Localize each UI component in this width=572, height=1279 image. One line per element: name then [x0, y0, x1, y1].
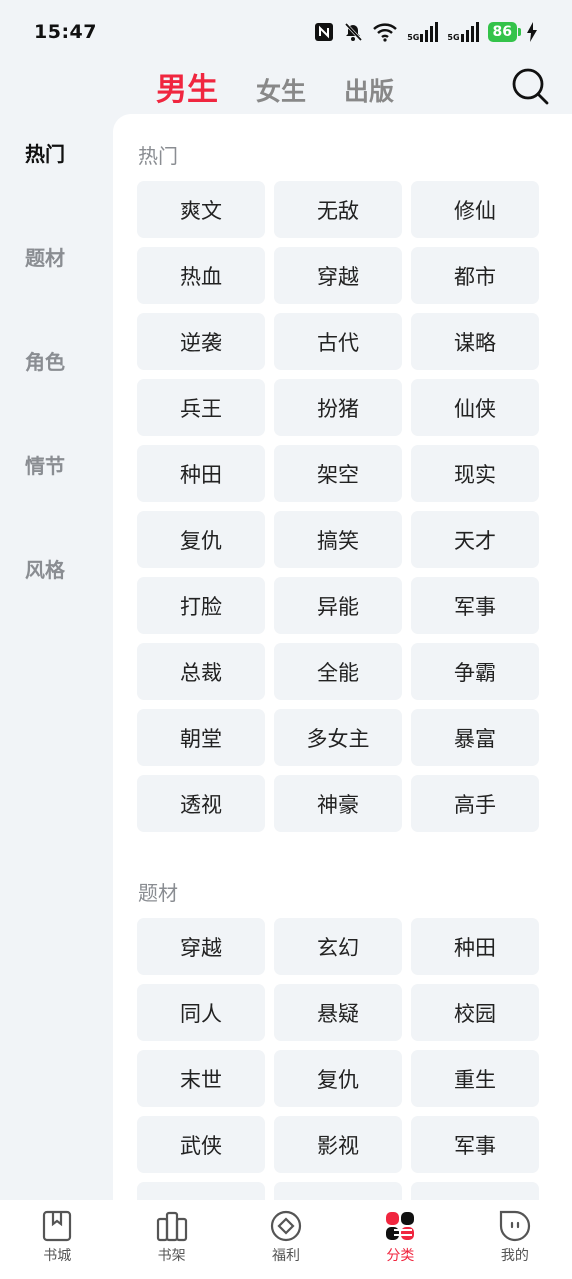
tab-female[interactable]: 女生 — [256, 72, 306, 108]
category-tag[interactable]: 多女主 — [274, 709, 402, 766]
category-tag[interactable]: 搞笑 — [274, 511, 402, 568]
category-tag[interactable]: 军事 — [411, 577, 539, 634]
net-type-2: 5G — [447, 33, 460, 42]
category-tag[interactable]: 修仙 — [411, 181, 539, 238]
status-icons: 5G 5G 86 — [314, 22, 538, 42]
category-tag[interactable]: 悬疑 — [274, 984, 402, 1041]
category-tag[interactable]: 校园 — [411, 984, 539, 1041]
nav-bookstore[interactable]: 书城 — [0, 1200, 114, 1279]
nav-category[interactable]: 分类 — [343, 1200, 457, 1279]
category-tag[interactable] — [274, 1182, 402, 1200]
category-tag[interactable]: 同人 — [137, 984, 265, 1041]
section-title-theme: 题材 — [138, 881, 178, 905]
category-tag[interactable]: 天才 — [411, 511, 539, 568]
nav-label-profile: 我的 — [500, 1248, 529, 1264]
header: 男生 女生 出版 — [0, 60, 572, 112]
mute-icon — [343, 22, 363, 42]
category-tag[interactable]: 种田 — [411, 918, 539, 975]
status-bar: 15:47 5G 5G 86 — [0, 0, 572, 64]
category-tag[interactable]: 都市 — [411, 247, 539, 304]
category-tag[interactable]: 仙侠 — [411, 379, 539, 436]
category-tag[interactable]: 总裁 — [137, 643, 265, 700]
category-tag[interactable]: 军事 — [411, 1116, 539, 1173]
category-tag[interactable]: 武侠 — [137, 1116, 265, 1173]
category-tag[interactable]: 重生 — [411, 1050, 539, 1107]
category-tag[interactable]: 逆袭 — [137, 313, 265, 370]
category-tag[interactable] — [137, 1182, 265, 1200]
category-tag[interactable]: 无敌 — [274, 181, 402, 238]
category-tag[interactable]: 全能 — [274, 643, 402, 700]
nfc-icon — [314, 22, 334, 42]
signal-1: 5G — [407, 22, 439, 42]
category-tag[interactable]: 兵王 — [137, 379, 265, 436]
category-tag[interactable]: 朝堂 — [137, 709, 265, 766]
signal-2-icon — [460, 22, 479, 42]
category-tag[interactable]: 热血 — [137, 247, 265, 304]
nav-label-bookshelf: 书架 — [157, 1248, 186, 1264]
category-tag[interactable]: 暴富 — [411, 709, 539, 766]
search-icon — [512, 68, 549, 105]
signal-2: 5G — [447, 22, 479, 42]
nav-label-welfare: 福利 — [272, 1248, 301, 1264]
category-icon — [386, 1212, 415, 1240]
bottom-nav: 书城 书架 福利 分类 我的 — [0, 1200, 572, 1279]
section-title-hot: 热门 — [138, 144, 178, 168]
nav-label-bookstore: 书城 — [43, 1248, 72, 1264]
nav-welfare[interactable]: 福利 — [229, 1200, 343, 1279]
category-content[interactable]: 热门 爽文 无敌 修仙 热血 穿越 都市 逆袭 古代 谋略 兵王 扮猪 仙侠 种田 架空 现实 复仇 搞笑 天才打… — [113, 114, 572, 1200]
signal-1-icon — [420, 22, 439, 42]
category-tag[interactable]: 穿越 — [137, 918, 265, 975]
category-tag[interactable]: 复仇 — [137, 511, 265, 568]
category-tag[interactable]: 谋略 — [411, 313, 539, 370]
search-button[interactable] — [510, 66, 550, 106]
category-tag[interactable]: 穿越 — [274, 247, 402, 304]
tag-grid-hot: 爽文 无敌 修仙热血 穿越 都市逆袭 古代 谋略兵王 扮猪 仙侠种田 架空 现实复仇 搞笑 天才打脸 异能… — [137, 181, 541, 832]
sidebar-item-plot[interactable]: 情节 — [0, 426, 112, 530]
tag-grid-theme: 穿越 玄幻 种田同人 悬疑 校园末世 复仇 重生武侠 影视 军事 — [137, 918, 541, 1200]
category-tag[interactable]: 古代 — [274, 313, 402, 370]
bookstore-icon — [43, 1210, 72, 1242]
net-type-1: 5G — [407, 33, 420, 42]
category-tag[interactable]: 打脸 — [137, 577, 265, 634]
category-tag[interactable] — [411, 1182, 539, 1200]
category-sidebar: 热门 题材 角色 情节 风格 — [0, 114, 112, 634]
category-tag[interactable]: 争霸 — [411, 643, 539, 700]
sidebar-item-hot[interactable]: 热门 — [0, 114, 112, 218]
gender-tabs: 男生 女生 出版 — [156, 64, 394, 109]
category-tag[interactable]: 玄幻 — [274, 918, 402, 975]
category-tag[interactable]: 影视 — [274, 1116, 402, 1173]
category-tag[interactable]: 种田 — [137, 445, 265, 502]
profile-icon — [499, 1210, 530, 1242]
category-tag[interactable]: 神豪 — [274, 775, 402, 832]
welfare-icon — [270, 1210, 302, 1242]
battery-level: 86 — [487, 22, 522, 42]
category-tag[interactable]: 架空 — [274, 445, 402, 502]
nav-bookshelf[interactable]: 书架 — [114, 1200, 228, 1279]
status-time: 15:47 — [34, 21, 97, 43]
category-tag[interactable]: 异能 — [274, 577, 402, 634]
tab-male[interactable]: 男生 — [156, 64, 218, 109]
bookshelf-icon — [156, 1211, 187, 1242]
wifi-icon — [372, 22, 398, 42]
category-tag[interactable]: 扮猪 — [274, 379, 402, 436]
tab-publish[interactable]: 出版 — [344, 72, 394, 108]
sidebar-item-theme[interactable]: 题材 — [0, 218, 112, 322]
charging-icon — [526, 22, 538, 42]
category-tag[interactable]: 透视 — [137, 775, 265, 832]
category-tag[interactable]: 现实 — [411, 445, 539, 502]
category-tag[interactable]: 爽文 — [137, 181, 265, 238]
nav-label-category: 分类 — [386, 1248, 415, 1264]
category-tag[interactable]: 高手 — [411, 775, 539, 832]
category-tag[interactable]: 末世 — [137, 1050, 265, 1107]
sidebar-item-style[interactable]: 风格 — [0, 530, 112, 634]
sidebar-item-role[interactable]: 角色 — [0, 322, 112, 426]
nav-profile[interactable]: 我的 — [458, 1200, 572, 1279]
category-tag[interactable]: 复仇 — [274, 1050, 402, 1107]
